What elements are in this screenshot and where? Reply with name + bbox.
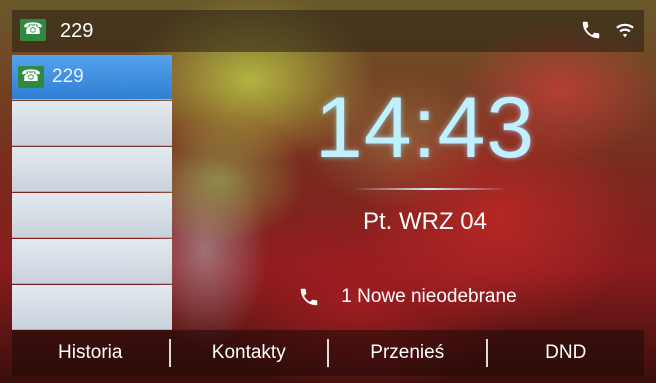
phone-icon: ☎ (18, 66, 44, 88)
missed-calls-notification[interactable]: 1 Nowe nieodebrane (298, 283, 517, 311)
softkey-dnd[interactable]: DND (488, 330, 645, 376)
line-phone-icon: ☎ (20, 19, 46, 41)
idle-screen: ☎ 229 ☎ 229 14:43 Pt. WRZ 04 1 Nowe nieo… (0, 0, 656, 383)
status-bar: ☎ 229 (12, 10, 644, 52)
line-key-label: 229 (52, 66, 84, 87)
softkey-history[interactable]: Historia (12, 330, 169, 376)
softkey-contacts[interactable]: Kontakty (171, 330, 328, 376)
phone-icon (300, 288, 318, 306)
line-key-4[interactable] (12, 193, 172, 238)
line-key-2[interactable] (12, 101, 172, 146)
line-key-5[interactable] (12, 239, 172, 284)
wifi-icon (616, 23, 634, 38)
softkey-bar: Historia Kontakty Przenieś DND (12, 330, 644, 376)
missed-calls-text: 1 Nowe nieodebrane (341, 286, 517, 307)
softkey-transfer[interactable]: Przenieś (329, 330, 486, 376)
line-key-1[interactable]: ☎ 229 (12, 55, 172, 100)
line-key-6[interactable] (12, 285, 172, 330)
clock-date: Pt. WRZ 04 (362, 208, 488, 235)
phone-icon (582, 21, 599, 39)
status-icons (572, 18, 636, 42)
status-account: 229 (60, 20, 94, 42)
line-key-panel: ☎ 229 (12, 55, 172, 330)
clock-divider (352, 188, 508, 190)
clock-time: 14:43 (314, 80, 536, 176)
line-key-3[interactable] (12, 147, 172, 192)
